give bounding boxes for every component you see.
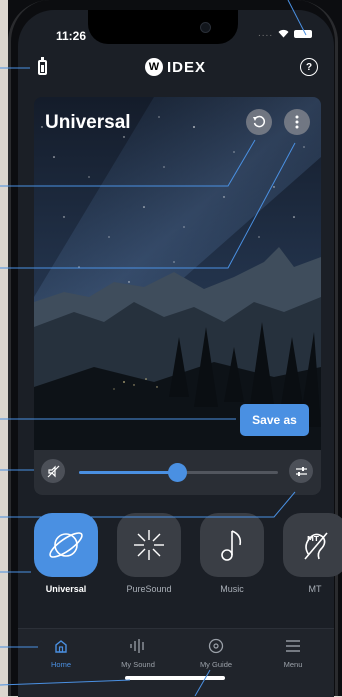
volume-slider-fill bbox=[79, 471, 177, 474]
program-item-music[interactable]: Music bbox=[200, 513, 264, 594]
tab-my-guide[interactable]: My Guide bbox=[181, 635, 251, 669]
save-as-button[interactable]: Save as bbox=[240, 404, 309, 436]
speaker-muted-icon bbox=[47, 465, 59, 477]
tab-label: Menu bbox=[283, 660, 303, 669]
program-card: Universal Save as bbox=[34, 97, 321, 495]
tab-home[interactable]: Home bbox=[26, 635, 96, 669]
status-battery-icon bbox=[294, 29, 313, 38]
more-options-button[interactable] bbox=[284, 109, 310, 135]
program-tile[interactable] bbox=[200, 513, 264, 577]
help-button[interactable]: ? bbox=[300, 58, 318, 76]
tab-my-sound[interactable]: My Sound bbox=[103, 635, 173, 669]
home-indicator[interactable] bbox=[125, 676, 225, 680]
program-item-puresound[interactable]: PureSound bbox=[117, 513, 181, 594]
wifi-icon bbox=[278, 29, 289, 38]
program-label: MT bbox=[308, 584, 322, 594]
program-title: Universal bbox=[45, 112, 131, 133]
program-item-universal[interactable]: Universal bbox=[34, 513, 98, 594]
program-label: Music bbox=[220, 584, 244, 594]
reset-button[interactable] bbox=[246, 109, 272, 135]
more-vertical-icon bbox=[295, 115, 299, 129]
tab-label: Home bbox=[50, 660, 71, 669]
hearing-aid-battery-icon[interactable] bbox=[38, 57, 47, 75]
compass-icon bbox=[208, 638, 224, 654]
sound-adjust-button[interactable] bbox=[289, 459, 313, 483]
hamburger-icon bbox=[286, 640, 300, 652]
program-label: PureSound bbox=[126, 584, 172, 594]
sound-bars-icon bbox=[130, 639, 144, 653]
program-label: Universal bbox=[45, 584, 87, 594]
program-tile[interactable] bbox=[117, 513, 181, 577]
tab-bar: Home My Sound My Guide Menu bbox=[18, 628, 334, 697]
program-tile[interactable] bbox=[34, 513, 98, 577]
program-tile[interactable]: MT bbox=[283, 513, 342, 577]
volume-slider[interactable] bbox=[79, 463, 278, 482]
widex-logo: W IDEX bbox=[145, 58, 206, 76]
logo-mark: W bbox=[145, 58, 163, 76]
volume-slider-thumb[interactable] bbox=[167, 463, 187, 482]
planet-icon bbox=[49, 532, 83, 558]
status-icons: .... bbox=[258, 28, 313, 39]
cellular-icon: .... bbox=[258, 28, 274, 39]
reset-icon bbox=[253, 115, 266, 128]
mute-button[interactable] bbox=[41, 459, 65, 483]
app-screenshot: 11:26 .... W IDEX ? Universal Save as Un… bbox=[0, 0, 342, 697]
sliders-icon bbox=[295, 466, 307, 476]
tab-label: My Guide bbox=[199, 660, 233, 669]
program-list: Universal PureSound Music MT MT bbox=[34, 513, 342, 603]
status-time: 11:26 bbox=[56, 29, 87, 43]
tab-menu[interactable]: Menu bbox=[258, 635, 328, 669]
program-item-mt[interactable]: MT MT bbox=[283, 513, 342, 594]
starburst-icon bbox=[134, 530, 164, 560]
mt-ear-icon: MT bbox=[304, 532, 328, 560]
svg-text:MT: MT bbox=[307, 535, 319, 543]
tab-label: My Sound bbox=[121, 660, 155, 669]
home-icon bbox=[55, 640, 67, 653]
notch bbox=[88, 10, 238, 44]
camera-icon bbox=[200, 22, 211, 33]
logo-text: IDEX bbox=[167, 58, 207, 76]
volume-controls bbox=[34, 450, 321, 495]
music-note-icon bbox=[221, 530, 242, 561]
